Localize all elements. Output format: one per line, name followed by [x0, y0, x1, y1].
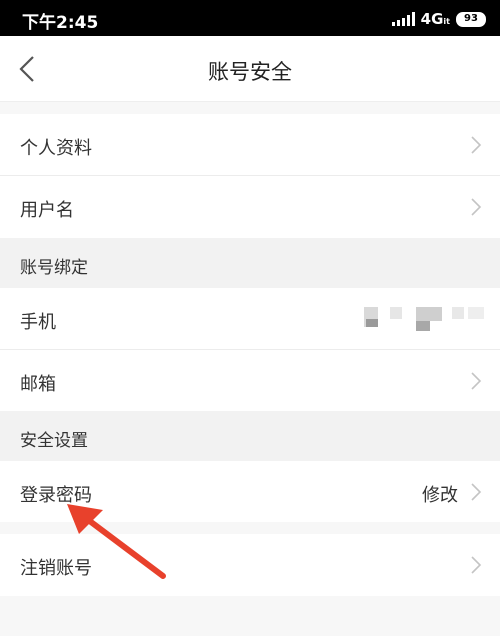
phone-row[interactable]: 手机 — [0, 288, 500, 350]
profile-label: 个人资料 — [20, 138, 92, 159]
battery-level: 93 — [464, 12, 478, 24]
chevron-right-icon — [471, 136, 482, 154]
email-row[interactable]: 邮箱 — [0, 350, 500, 411]
network-type: 4G — [420, 10, 444, 28]
page-title: 账号安全 — [208, 60, 292, 84]
chevron-right-icon — [471, 372, 482, 390]
chevron-right-icon — [471, 556, 482, 574]
network-sub: it — [443, 17, 450, 26]
chevron-right-icon — [471, 198, 482, 216]
nav-bar: 账号安全 — [0, 36, 500, 102]
username-label: 用户名 — [20, 200, 74, 221]
section-security-label: 安全设置 — [20, 431, 88, 451]
annotation-arrow-icon — [67, 504, 166, 579]
email-label: 邮箱 — [20, 374, 56, 395]
profile-row[interactable]: 个人资料 — [0, 114, 500, 176]
chevron-right-icon — [471, 483, 482, 501]
phone-label: 手机 — [20, 312, 56, 333]
section-security-settings: 安全设置 — [0, 411, 500, 461]
battery-icon: 93 — [456, 11, 486, 27]
modify-password-link[interactable]: 修改 — [422, 481, 458, 507]
status-indicators: 4Git 93 — [391, 10, 486, 28]
username-row[interactable]: 用户名 — [0, 176, 500, 238]
signal-icon — [391, 12, 415, 26]
section-binding-label: 账号绑定 — [20, 258, 88, 278]
network-indicator: 4Git — [421, 10, 450, 28]
section-account-binding: 账号绑定 — [0, 238, 500, 288]
status-bar: 下午2:45 4Git 93 — [0, 0, 500, 36]
status-time: 下午2:45 — [22, 13, 99, 33]
